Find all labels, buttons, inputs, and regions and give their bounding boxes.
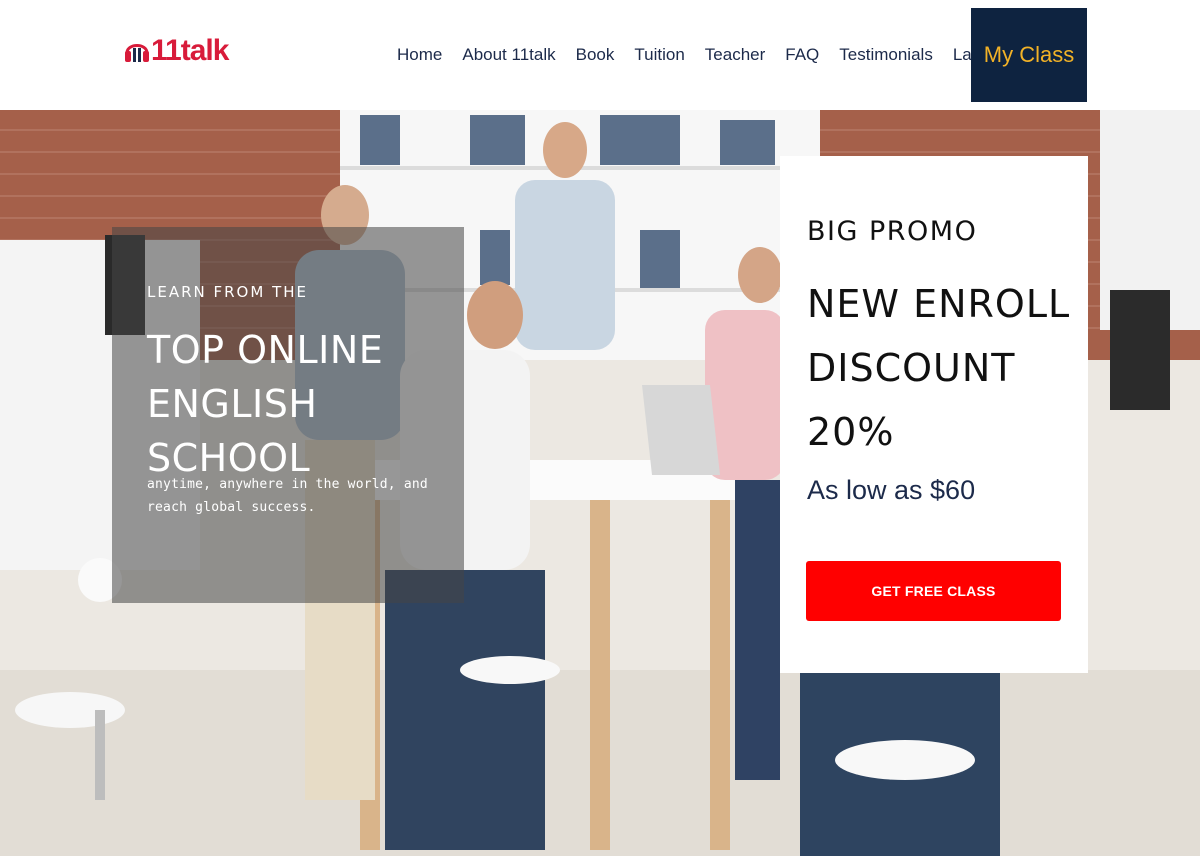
hero-eyebrow: LEARN FROM THE — [147, 283, 308, 301]
logo-text: 11talk — [151, 34, 229, 67]
my-class-button[interactable]: My Class — [971, 8, 1087, 102]
site-logo[interactable]: 11talk — [124, 34, 229, 67]
hero-subtitle: anytime, anywhere in the world, and reac… — [147, 477, 428, 515]
promo-headline: NEW ENROLL DISCOUNT 20% — [807, 282, 1071, 454]
nav-testimonials[interactable]: Testimonials — [839, 44, 933, 66]
promo-card: BIG PROMO NEW ENROLL DISCOUNT 20% As low… — [780, 156, 1088, 673]
nav-book[interactable]: Book — [576, 44, 615, 66]
promo-kicker: BIG PROMO — [807, 216, 978, 247]
headset-icon — [124, 37, 150, 65]
hero-title: TOP ONLINE ENGLISH SCHOOL — [147, 328, 384, 480]
hero-intro-panel: LEARN FROM THE TOP ONLINE ENGLISH SCHOOL… — [112, 227, 464, 603]
promo-price: As low as $60 — [807, 475, 976, 505]
nav-faq[interactable]: FAQ — [785, 44, 819, 66]
nav-about[interactable]: About 11talk — [462, 44, 555, 66]
hero-section: LEARN FROM THE TOP ONLINE ENGLISH SCHOOL… — [0, 110, 1200, 856]
nav-teacher[interactable]: Teacher — [705, 44, 765, 66]
main-nav: Home About 11talk Book Tuition Teacher F… — [388, 44, 1047, 66]
get-free-class-button[interactable]: GET FREE CLASS — [806, 561, 1061, 621]
site-header: 11talk Home About 11talk Book Tuition Te… — [0, 0, 1200, 110]
nav-tuition[interactable]: Tuition — [634, 44, 684, 66]
nav-home[interactable]: Home — [397, 44, 442, 66]
